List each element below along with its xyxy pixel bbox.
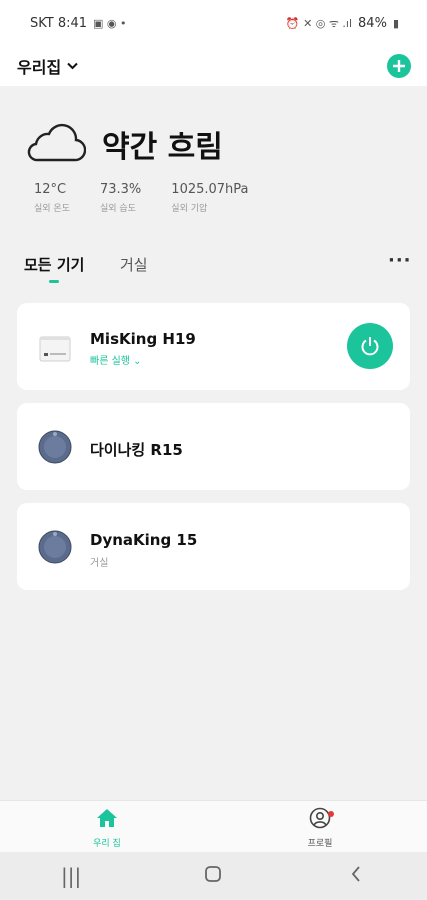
weather-condition: 약간 흐림 [102,130,223,165]
home-system-icon[interactable] [183,864,243,888]
quick-run-link[interactable]: 빠른 실행 ⌄ [90,352,142,367]
app-bar: 우리집 [0,46,427,86]
more-options-icon[interactable]: ··· [388,250,412,271]
device-name: DynaKing 15 [90,531,198,549]
signal-icons: ⏰ ✕ ◎ ᯤ .ıl [285,16,353,30]
notification-icons: ▣ ◉ • [93,16,127,30]
power-icon [361,337,379,356]
device-name: MisKing H19 [90,330,196,348]
tab-living-room[interactable]: 거실 [120,254,148,275]
stat-temperature: 12°C 실외 온도 [34,182,70,214]
weather-panel: 약간 흐림 12°C 실외 온도 73.3% 실외 습도 1025.07hPa … [24,118,404,228]
cloud-icon [27,124,86,162]
add-device-button[interactable] [387,54,411,78]
chevron-down-icon [67,59,78,73]
weather-stats: 12°C 실외 온도 73.3% 실외 습도 1025.07hPa 실외 기압 [34,182,249,214]
robot-vacuum-icon [38,530,72,564]
tab-indicator [49,280,59,283]
stat-humidity: 73.3% 실외 습도 [99,182,142,214]
power-button[interactable] [347,323,393,369]
bottom-nav: 우리 집 프로필 [0,800,427,853]
notification-dot [328,811,334,817]
device-room: 거실 [90,558,109,569]
device-name: 다이나킹 R15 [90,441,183,459]
tab-all-devices[interactable]: 모든 기기 [24,254,84,275]
profile-icon [309,807,331,829]
humidifier-icon [39,336,71,362]
plus-icon [393,60,405,72]
status-left: SKT 8:41 ▣ ◉ • [30,16,127,31]
status-bar: SKT 8:41 ▣ ◉ • ⏰ ✕ ◎ ᯤ .ıl 84% ▮ [0,0,427,46]
device-card-dynaking-15[interactable]: DynaKing 15 거실 [17,503,410,590]
back-icon[interactable] [326,864,386,888]
recent-apps-icon[interactable]: ||| [41,864,101,888]
device-card-misking-h19[interactable]: MisKing H19 빠른 실행 ⌄ [17,303,410,390]
status-right: ⏰ ✕ ◎ ᯤ .ıl 84% ▮ [286,16,399,31]
carrier-time: SKT 8:41 [30,15,88,31]
room-tabs: 모든 기기 거실 ··· [24,250,414,284]
battery-text: 84% [358,15,387,31]
chevron-down-icon: ⌄ [133,356,142,367]
nav-home[interactable]: 우리 집 [77,807,137,849]
stat-pressure: 1025.07hPa 실외 기압 [171,182,249,214]
home-name: 우리집 [17,58,62,77]
nav-profile[interactable]: 프로필 [290,807,350,849]
device-card-dynaking-r15[interactable]: 다이나킹 R15 [17,403,410,490]
battery-icon: ▮ [392,16,399,30]
home-icon [97,809,117,827]
home-selector[interactable]: 우리집 [17,54,78,78]
system-nav-bar: ||| [0,852,427,900]
robot-vacuum-icon [38,430,72,464]
